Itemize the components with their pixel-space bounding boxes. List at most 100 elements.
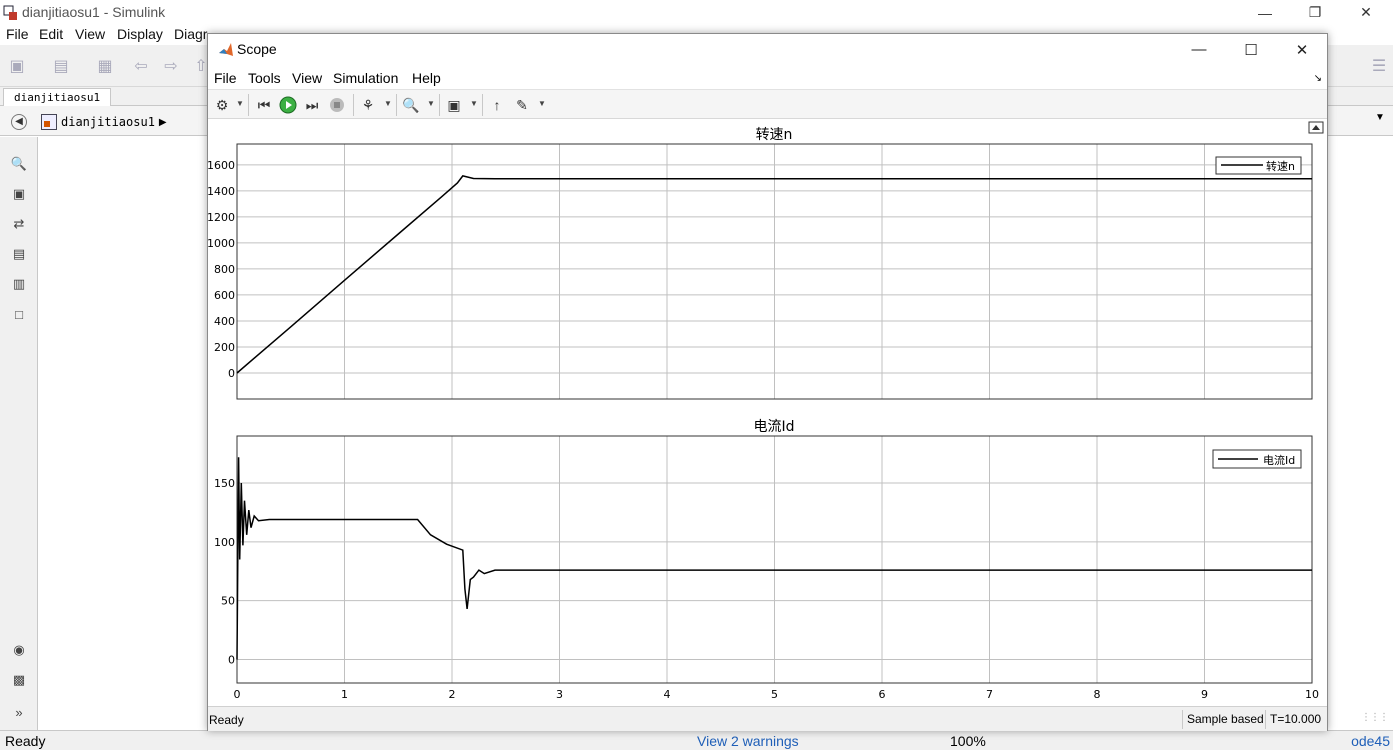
- current-grid: [236, 436, 1313, 683]
- fit-view-icon[interactable]: ▣: [10, 185, 28, 203]
- x-tick-label: 9: [1201, 688, 1208, 701]
- status-ready: Ready: [5, 733, 46, 749]
- zoom-icon[interactable]: 🔍: [401, 95, 421, 115]
- x-tick-label: 5: [771, 688, 778, 701]
- speed-legend-label: 转速n: [1266, 159, 1295, 173]
- zoom-dropdown-icon[interactable]: ▼: [427, 99, 435, 108]
- stop-icon[interactable]: [327, 95, 347, 115]
- y-tick-label: 50: [221, 595, 235, 608]
- x-tick-label: 7: [986, 688, 993, 701]
- simulink-app-icon: [3, 5, 17, 20]
- x-tick-label: 2: [449, 688, 456, 701]
- expand-panel-icon[interactable]: [1308, 121, 1324, 134]
- report-icon[interactable]: ▩: [10, 671, 28, 689]
- step-back-icon[interactable]: ⏮: [254, 95, 274, 115]
- current-legend-label: 电流Id: [1263, 453, 1295, 467]
- model-tab[interactable]: dianjitiaosu1: [3, 88, 111, 106]
- y-tick-label: 0: [228, 653, 235, 666]
- highlight-block-icon[interactable]: ⚘: [358, 95, 378, 115]
- toolbar-overflow-icon[interactable]: ☰: [1368, 55, 1390, 77]
- simulink-titlebar: dianjitiaosu1 - Simulink — ❐ ✕: [0, 0, 1393, 25]
- scope-menubar: File Tools View Simulation Help ↘: [208, 65, 1327, 89]
- breadcrumb-label[interactable]: dianjitiaosu1: [61, 115, 155, 129]
- run-icon[interactable]: [278, 95, 298, 115]
- simulink-window-title: dianjitiaosu1 - Simulink: [22, 4, 166, 20]
- x-tick-label: 10: [1305, 688, 1319, 701]
- scope-window: Scope — ☐ ✕ File Tools View Simulation H…: [207, 33, 1328, 731]
- scope-sim-time: T=10.000: [1265, 710, 1325, 729]
- scope-close-icon[interactable]: ✕: [1276, 34, 1328, 65]
- dropdown-arrow-icon[interactable]: ▼: [1371, 112, 1389, 130]
- scope-statusbar: Ready Sample based T=10.000: [208, 706, 1327, 731]
- measurements-icon[interactable]: ✎: [512, 95, 532, 115]
- scope-menu-view[interactable]: View: [292, 70, 322, 86]
- triggers-icon[interactable]: ↑: [487, 95, 507, 115]
- resize-grip-icon[interactable]: ⋮⋮⋮: [1361, 712, 1391, 726]
- double-chevron-icon[interactable]: »: [10, 703, 28, 721]
- speed-grid: [236, 144, 1313, 399]
- menu-display[interactable]: Display: [117, 26, 163, 42]
- arrows-icon[interactable]: ⇄: [10, 215, 28, 233]
- menu-diagram[interactable]: Diagr: [174, 26, 207, 42]
- scope-titlebar: Scope — ☐ ✕: [208, 34, 1327, 65]
- menu-view[interactable]: View: [75, 26, 105, 42]
- minimize-icon[interactable]: —: [1242, 0, 1288, 25]
- current-axes[interactable]: 电流Id 0 50 100 150 0 1 2 3 4 5 6 7 8 9 10 电流Id: [214, 419, 1319, 701]
- step-forward-icon[interactable]: ⏭: [302, 95, 322, 115]
- new-model-icon[interactable]: ▣: [6, 55, 28, 77]
- speed-legend[interactable]: 转速n: [1215, 156, 1302, 175]
- image-icon[interactable]: ▥: [10, 275, 28, 293]
- warnings-link[interactable]: View 2 warnings: [697, 733, 799, 749]
- x-tick-label: 6: [879, 688, 886, 701]
- y-tick-label: 150: [214, 477, 235, 490]
- open-icon[interactable]: ▤: [50, 55, 72, 77]
- y-tick-label: 0: [228, 367, 235, 380]
- x-tick-label: 1: [341, 688, 348, 701]
- current-plot-title: 电流Id: [753, 419, 794, 435]
- annotation-icon[interactable]: ▤: [10, 245, 28, 263]
- y-tick-label: 1000: [208, 237, 235, 250]
- settings-gear-icon[interactable]: ⚙: [212, 95, 232, 115]
- back-arrow-icon[interactable]: ⇦: [130, 55, 152, 77]
- speed-axes[interactable]: 转速n 0 200 400 600 800 1000 1200 1400 1600 转速n: [208, 127, 1313, 400]
- save-icon[interactable]: ▦: [94, 55, 116, 77]
- back-icon[interactable]: ◀: [11, 114, 27, 130]
- forward-arrow-icon[interactable]: ⇨: [160, 55, 182, 77]
- y-tick-label: 1200: [208, 211, 235, 224]
- measurements-dropdown-icon[interactable]: ▼: [538, 99, 546, 108]
- settings-dropdown-icon[interactable]: ▼: [236, 99, 244, 108]
- scope-plot-area: 转速n 0 200 400 600 800 1000 1200 1400 1600 转速n 电流…: [208, 119, 1327, 706]
- x-tick-label: 0: [234, 688, 241, 701]
- scope-menu-help[interactable]: Help: [412, 70, 441, 86]
- restore-icon[interactable]: ❐: [1292, 0, 1338, 25]
- x-tick-label: 3: [556, 688, 563, 701]
- scope-menu-file[interactable]: File: [214, 70, 237, 86]
- breadcrumb[interactable]: dianjitiaosu1 ▶: [38, 111, 167, 133]
- autoscale-icon[interactable]: ▣: [444, 95, 464, 115]
- scope-toolbar: ⚙ ▼ ⏮ ⏭ ⚘ ▼ 🔍 ▼ ▣ ▼ ↑ ✎ ▼: [208, 89, 1327, 119]
- scope-menu-tools[interactable]: Tools: [248, 70, 281, 86]
- autoscale-dropdown-icon[interactable]: ▼: [470, 99, 478, 108]
- menu-file[interactable]: File: [6, 26, 29, 42]
- camera-icon[interactable]: ◉: [10, 641, 28, 659]
- solver-link[interactable]: ode45: [1351, 733, 1390, 749]
- scope-menu-simulation[interactable]: Simulation: [333, 70, 398, 86]
- block-palette: 🔍 ▣ ⇄ ▤ ▥ □ ◉ ▩ »: [0, 137, 38, 730]
- highlight-dropdown-icon[interactable]: ▼: [384, 99, 392, 108]
- speed-y-ticks: 0 200 400 600 800 1000 1200 1400 1600: [208, 159, 235, 380]
- x-tick-label: 4: [664, 688, 671, 701]
- undock-arrow-icon[interactable]: ↘: [1314, 73, 1322, 84]
- matlab-icon: [219, 43, 233, 56]
- scope-status-ready: Ready: [209, 713, 244, 727]
- scope-minimize-icon[interactable]: —: [1173, 34, 1225, 65]
- menu-edit[interactable]: Edit: [39, 26, 63, 42]
- box-icon[interactable]: □: [10, 305, 28, 323]
- breadcrumb-arrow-icon[interactable]: ▶: [159, 117, 167, 128]
- close-icon[interactable]: ✕: [1343, 0, 1389, 25]
- scope-maximize-icon[interactable]: ☐: [1225, 34, 1277, 65]
- current-legend[interactable]: 电流Id: [1212, 449, 1302, 469]
- zoom-in-icon[interactable]: 🔍: [10, 155, 28, 173]
- y-tick-label: 600: [214, 289, 235, 302]
- zoom-level: 100%: [950, 733, 986, 749]
- scope-plots: 转速n 02004006008001000120014001600 转速n 电流…: [208, 121, 1324, 701]
